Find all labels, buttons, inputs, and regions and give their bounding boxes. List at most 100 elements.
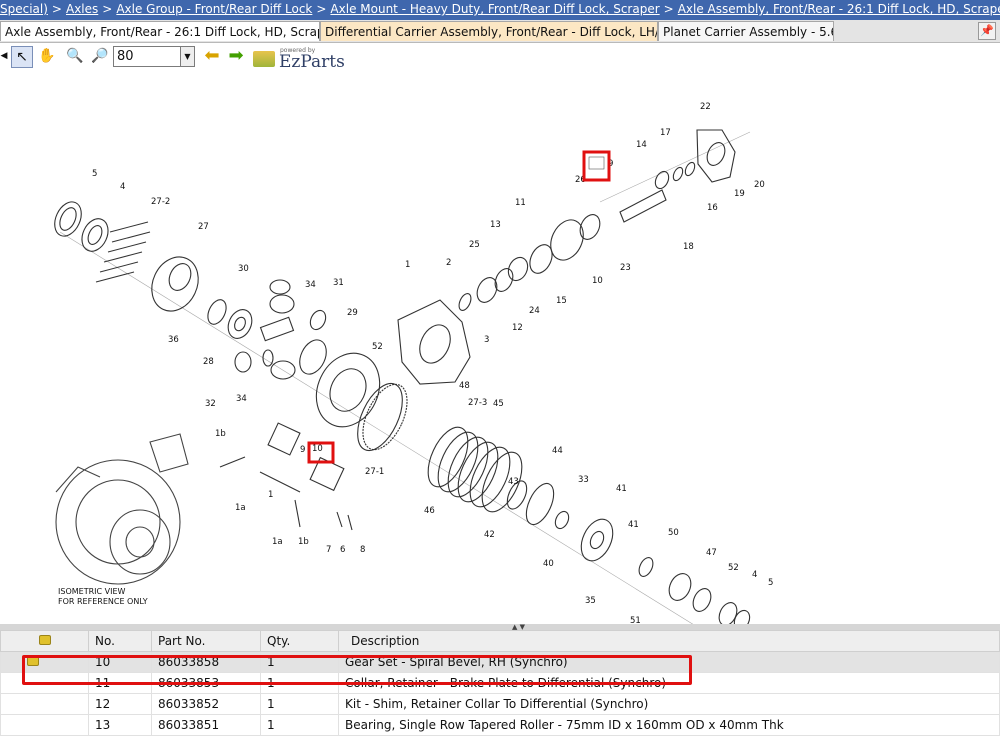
zoom-value: 80 <box>117 49 134 64</box>
callout-label[interactable]: 23 <box>620 263 631 273</box>
callout-label[interactable]: 7 <box>326 545 331 555</box>
forward-arrow-icon[interactable]: ➡ <box>225 46 247 68</box>
callout-label[interactable]: 33 <box>578 475 589 485</box>
breadcrumb-separator: > <box>51 2 62 16</box>
callout-label[interactable]: 5 <box>92 169 97 179</box>
callout-label[interactable]: 14 <box>636 140 647 150</box>
callout-label[interactable]: 27-2 <box>151 197 170 207</box>
callout-label[interactable]: 1b <box>215 429 226 439</box>
logo-text: EzParts <box>279 52 345 72</box>
callout-label[interactable]: 1a <box>235 503 246 513</box>
callout-label[interactable]: 8 <box>360 545 365 555</box>
breadcrumb-item-special[interactable]: Special) <box>0 2 48 16</box>
selected-row-highlight <box>22 655 692 685</box>
callout-label[interactable]: 48 <box>459 381 470 391</box>
callout-label[interactable]: 2 <box>446 258 451 268</box>
table-row[interactable]: 13 86033851 1 Bearing, Single Row Tapere… <box>0 714 1000 736</box>
table-header-row: No. Part No. Qty. Description <box>0 630 1000 652</box>
tab-axle-assembly[interactable]: Axle Assembly, Front/Rear - 26:1 Diff Lo… <box>0 21 320 41</box>
callout-label[interactable]: 1 <box>268 490 273 500</box>
callout-label[interactable]: 47 <box>706 548 717 558</box>
callout-label[interactable]: 27-1 <box>365 467 384 477</box>
callout-label[interactable]: 52 <box>728 563 739 573</box>
callout-label[interactable]: 24 <box>529 306 540 316</box>
scroll-left-icon[interactable]: ◀ <box>0 46 8 68</box>
callout-label[interactable]: 36 <box>168 335 179 345</box>
callout-label[interactable]: 41 <box>628 520 639 530</box>
toolbar: ◀ ↖ ✋ 🔍 🔎 80 ▼ ⬅ ➡ powered by EzParts <box>0 43 1000 72</box>
row-flag-cell <box>0 714 89 736</box>
chevron-down-icon[interactable]: ▼ <box>180 47 194 66</box>
callout-label[interactable]: 12 <box>512 323 523 333</box>
callout-label[interactable]: 1b <box>298 537 309 547</box>
callout-label[interactable]: 30 <box>238 264 249 274</box>
callout-label[interactable]: 9 <box>300 445 305 455</box>
callout-label[interactable]: 31 <box>333 278 344 288</box>
callout-label[interactable]: 22 <box>700 102 711 112</box>
table-row[interactable]: 12 86033852 1 Kit - Shim, Retainer Colla… <box>0 693 1000 715</box>
callout-label[interactable]: 20 <box>754 180 765 190</box>
callout-label[interactable]: 19 <box>734 189 745 199</box>
callout-label[interactable]: 45 <box>493 399 504 409</box>
zoom-out-icon[interactable]: 🔎 <box>89 46 111 68</box>
callout-label[interactable]: 10 <box>592 276 603 286</box>
callout-label[interactable]: 35 <box>585 596 596 606</box>
callout-label[interactable]: 41 <box>616 484 627 494</box>
callout-label[interactable]: 1a <box>272 537 283 547</box>
callout-label[interactable]: 51 <box>630 616 641 624</box>
exploded-parts-diagram[interactable]: 111a1a1b1b23445567 8991010111213141516171… <box>0 72 1000 624</box>
callout-label[interactable]: 34 <box>305 280 316 290</box>
callout-label[interactable]: 11 <box>515 198 526 208</box>
callout-label[interactable]: 25 <box>469 240 480 250</box>
back-arrow-icon[interactable]: ⬅ <box>201 46 223 68</box>
callout-label[interactable]: 27-3 <box>468 398 487 408</box>
header-flag[interactable] <box>0 630 89 652</box>
callout-label[interactable]: 52 <box>372 342 383 352</box>
pan-hand-icon[interactable]: ✋ <box>36 46 58 68</box>
breadcrumb-item-axle-assembly[interactable]: Axle Assembly, Front/Rear - 26:1 Diff Lo… <box>678 2 1000 16</box>
callout-label[interactable]: 43 <box>508 477 519 487</box>
row-no: 12 <box>88 693 152 715</box>
callout-label[interactable]: 16 <box>707 203 718 213</box>
callout-label[interactable]: 50 <box>668 528 679 538</box>
header-part-no[interactable]: Part No. <box>151 630 261 652</box>
row-description: Bearing, Single Row Tapered Roller - 75m… <box>338 714 1000 736</box>
row-description: Kit - Shim, Retainer Collar To Different… <box>338 693 1000 715</box>
callout-label[interactable]: 17 <box>660 128 671 138</box>
tab-differential-carrier[interactable]: Differential Carrier Assembly, Front/Rea… <box>320 21 658 41</box>
header-qty[interactable]: Qty. <box>260 630 339 652</box>
header-no[interactable]: No. <box>88 630 152 652</box>
callout-label[interactable]: 42 <box>484 530 495 540</box>
row-no: 13 <box>88 714 152 736</box>
breadcrumb-item-axle-mount[interactable]: Axle Mount - Heavy Duty, Front/Rear Diff… <box>330 2 659 16</box>
callout-label[interactable]: 3 <box>484 335 489 345</box>
callout-label[interactable]: 10 <box>312 444 323 454</box>
header-description[interactable]: Description <box>338 630 1000 652</box>
callout-label[interactable]: 1 <box>405 260 410 270</box>
breadcrumb: Special) > Axles > Axle Group - Front/Rear D… <box>0 0 1000 20</box>
callout-label[interactable]: 40 <box>543 559 554 569</box>
callout-label[interactable]: 18 <box>683 242 694 252</box>
callout-label[interactable]: 46 <box>424 506 435 516</box>
callout-label[interactable]: 34 <box>236 394 247 404</box>
zoom-in-icon[interactable]: 🔍 <box>64 46 86 68</box>
callout-label[interactable]: 28 <box>203 357 214 367</box>
callout-label[interactable]: 6 <box>340 545 345 555</box>
pointer-tool-icon[interactable]: ↖ <box>11 46 33 68</box>
callout-label[interactable]: 13 <box>490 220 501 230</box>
books-icon <box>253 51 275 67</box>
callout-label[interactable]: 4 <box>752 570 757 580</box>
breadcrumb-separator: > <box>663 2 674 16</box>
pin-icon[interactable]: 📌 <box>978 22 996 40</box>
callout-label[interactable]: 5 <box>768 578 773 588</box>
callout-label[interactable]: 27 <box>198 222 209 232</box>
callout-label[interactable]: 29 <box>347 308 358 318</box>
breadcrumb-item-axles[interactable]: Axles <box>66 2 98 16</box>
tab-planet-carrier[interactable]: Planet Carrier Assembly - 5.63 <box>658 21 834 41</box>
callout-label[interactable]: 32 <box>205 399 216 409</box>
breadcrumb-item-axle-group[interactable]: Axle Group - Front/Rear Diff Lock <box>116 2 312 16</box>
zoom-select[interactable]: 80 ▼ <box>113 46 195 67</box>
callout-label[interactable]: 15 <box>556 296 567 306</box>
callout-label[interactable]: 4 <box>120 182 125 192</box>
callout-label[interactable]: 44 <box>552 446 563 456</box>
